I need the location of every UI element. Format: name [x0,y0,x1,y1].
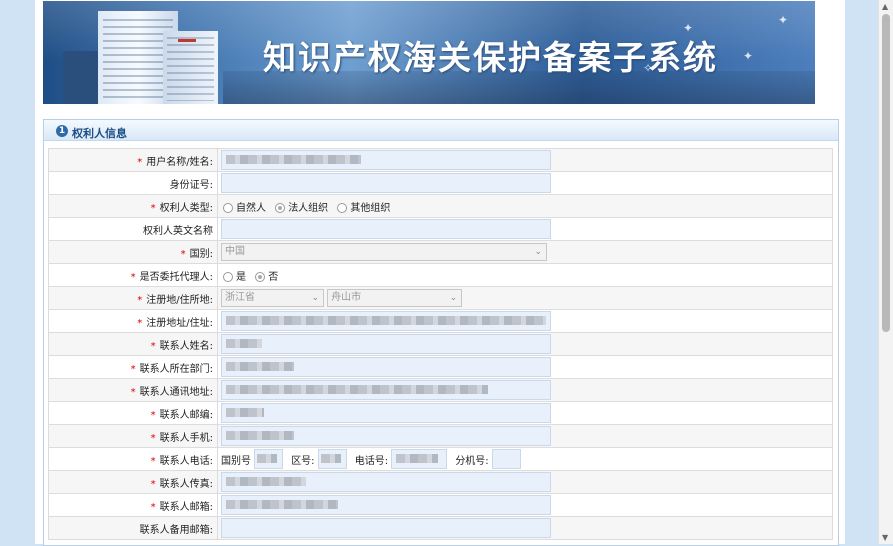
form-row: 权利人英文名称 [48,217,833,241]
english-name-input[interactable] [221,219,551,239]
contact-name-input[interactable] [221,334,551,354]
field-label: 是否委托代理人: [139,271,213,283]
form-row: * 联系人通讯地址: [48,378,833,402]
rights-holder-form: * 用户名称/姓名: 身份证号: * 权利人类型: 自然人 法人组织 其他组织 权利… [48,148,833,540]
area-code-input[interactable] [317,449,347,469]
page-background-left [0,0,35,544]
mobile-input[interactable] [221,426,551,446]
section-title: 权利人信息 [72,127,127,140]
panel-header: 1 权利人信息 [44,120,838,141]
user-name-input[interactable] [221,150,551,170]
field-label: 注册地/住所地: [146,294,213,306]
sparkle-icon: ✦ [743,49,754,63]
country-code-input[interactable] [254,449,283,469]
field-label: 联系人电话: [159,455,213,467]
fax-input[interactable] [221,472,551,492]
building-image [63,51,103,104]
section-number-icon: 1 [56,125,68,137]
vertical-scrollbar[interactable]: ▲ ▼ [878,0,893,544]
email-input[interactable] [221,495,551,515]
city-select[interactable]: 舟山市 ⌄ [327,289,463,307]
registered-address-input[interactable] [221,311,551,331]
id-number-input[interactable] [221,173,551,193]
backup-email-input[interactable] [221,518,551,538]
field-label: 权利人英文名称 [143,225,213,237]
chevron-down-icon: ⌄ [534,247,542,257]
scroll-up-icon[interactable]: ▲ [882,2,888,11]
header-banner: ✦ ✦ ✦ ✧ 知识产权海关保护备案子系统 [43,1,815,104]
agent-radio-no[interactable] [255,271,266,282]
form-row: * 注册地址/住址: [48,309,833,333]
field-label: 联系人备用邮箱: [139,524,213,536]
scrollbar-thumb[interactable] [882,14,890,332]
field-label: 权利人类型: [159,202,213,214]
page-content: ✦ ✦ ✦ ✧ 知识产权海关保护备案子系统 1 权利人信息 * 用户名称/姓名: … [35,0,845,546]
contact-address-input[interactable] [221,380,551,400]
form-row: 身份证号: [48,171,833,195]
field-label: 身份证号: [169,179,213,191]
field-label: 用户名称/姓名: [146,156,213,168]
form-row: * 联系人邮箱: [48,493,833,517]
form-row: * 联系人传真: [48,470,833,494]
field-label: 联系人通讯地址: [139,386,213,398]
field-label: 联系人邮箱: [159,501,213,513]
holder-type-radio-legal[interactable] [275,202,286,213]
rights-holder-panel: 1 权利人信息 * 用户名称/姓名: 身份证号: * 权利人类型: 自然人 法人组织… [43,119,839,546]
system-title: 知识产权海关保护备案子系统 [263,38,718,77]
postal-code-input[interactable] [221,403,551,423]
form-row: * 国别: 中国 ⌄ [48,240,833,264]
form-row: * 注册地/住所地: 浙江省 ⌄ 舟山市 ⌄ [48,286,833,310]
field-label: 联系人所在部门: [139,363,213,375]
contact-department-input[interactable] [221,357,551,377]
field-label: 国别: [189,248,213,260]
form-row: 联系人备用邮箱: [48,516,833,540]
country-select[interactable]: 中国 ⌄ [221,243,547,261]
form-row: * 权利人类型: 自然人 法人组织 其他组织 [48,194,833,218]
chevron-down-icon: ⌄ [449,293,458,303]
chevron-down-icon: ⌄ [311,293,319,303]
form-row: * 联系人邮编: [48,401,833,425]
field-label: 联系人传真: [159,478,213,490]
holder-type-radio-other[interactable] [337,202,348,213]
extension-input[interactable] [491,449,521,469]
form-row: * 联系人所在部门: [48,355,833,379]
agent-radio-yes[interactable] [223,271,233,282]
holder-type-radio-natural[interactable] [223,202,233,213]
field-label: 联系人手机: [159,432,213,444]
form-row: * 联系人手机: [48,424,833,448]
phone-number-input[interactable] [391,449,448,469]
field-label: 联系人邮编: [159,409,213,421]
sparkle-icon: ✦ [778,13,789,27]
form-row: * 用户名称/姓名: [48,148,833,172]
form-row: * 联系人姓名: [48,332,833,356]
form-row: * 联系人电话: 国别号 区号: 电话号: 分机号: [48,447,833,471]
scroll-down-icon[interactable]: ▼ [882,533,888,542]
field-label: 注册地址/住址: [146,317,213,329]
form-row: * 是否委托代理人: 是 否 [48,263,833,287]
field-label: 联系人姓名: [159,340,213,352]
province-select[interactable]: 浙江省 ⌄ [221,289,324,307]
